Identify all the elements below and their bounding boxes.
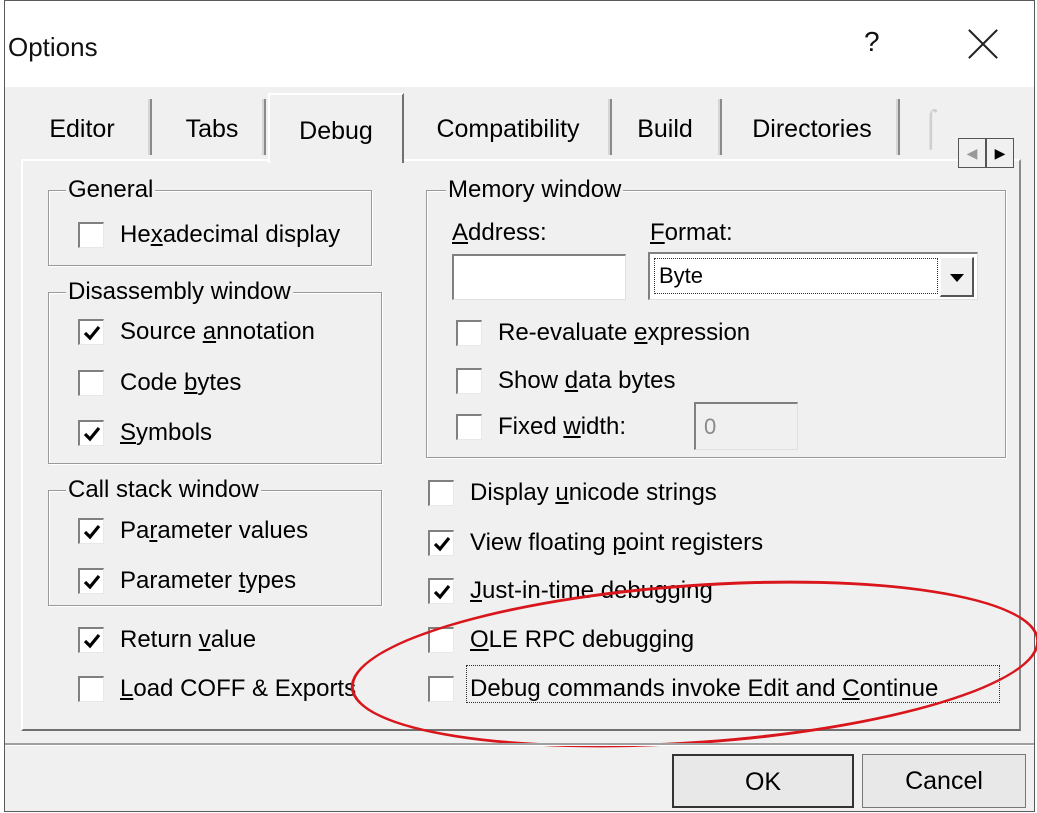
reevaluate-label: Re-evaluate expression bbox=[498, 319, 751, 346]
checkmark-icon bbox=[83, 325, 100, 340]
display-unicode-label: Display unicode strings bbox=[470, 479, 717, 506]
help-button[interactable]: ? bbox=[864, 26, 880, 58]
tab-compatibility[interactable]: Compatibility bbox=[416, 99, 600, 161]
disassembly-legend: Disassembly window bbox=[66, 278, 293, 306]
tab-directories[interactable]: Directories bbox=[730, 99, 894, 161]
show-data-bytes-label: Show data bytes bbox=[498, 367, 676, 394]
fixed-width-checkbox[interactable] bbox=[456, 414, 482, 440]
memory-legend: Memory window bbox=[446, 176, 624, 204]
symbols-checkbox[interactable] bbox=[78, 420, 104, 446]
tab-separator bbox=[148, 99, 152, 155]
tab-scroll-left-icon[interactable]: ◀ bbox=[958, 138, 986, 168]
general-legend: General bbox=[66, 176, 156, 204]
callstack-legend: Call stack window bbox=[66, 476, 261, 504]
format-selected-value: Byte bbox=[654, 258, 938, 294]
footer-separator bbox=[5, 743, 1034, 746]
address-input[interactable] bbox=[452, 254, 626, 300]
title-bar bbox=[5, 1, 1034, 87]
code-bytes-label: Code bytes bbox=[120, 369, 242, 396]
checkmark-icon bbox=[83, 426, 100, 441]
code-bytes-checkbox[interactable] bbox=[78, 370, 104, 396]
checkmark-icon bbox=[433, 536, 450, 551]
dialog-title: Options bbox=[8, 32, 98, 62]
parameter-types-label: Parameter types bbox=[120, 567, 297, 594]
source-annotation-label: Source annotation bbox=[120, 318, 315, 345]
tab-tabs[interactable]: Tabs bbox=[164, 99, 260, 161]
tab-separator bbox=[896, 99, 900, 155]
cancel-button[interactable]: Cancel bbox=[862, 754, 1026, 808]
checkmark-icon bbox=[83, 633, 100, 648]
fixed-width-input[interactable]: 0 bbox=[694, 402, 798, 450]
hexadecimal-label: Hexadecimal display bbox=[120, 221, 341, 248]
format-select[interactable]: Byte bbox=[648, 252, 978, 300]
tab-separator bbox=[262, 99, 266, 155]
fixed-width-value: 0 bbox=[704, 414, 717, 439]
chevron-down-icon[interactable] bbox=[940, 257, 974, 297]
hexadecimal-checkbox[interactable] bbox=[78, 222, 104, 248]
return-value-label: Return value bbox=[120, 626, 257, 653]
tab-separator bbox=[718, 99, 722, 155]
tab-overflow-fade: ⌠ bbox=[920, 106, 942, 147]
tab-scroll-right-icon[interactable]: ▶ bbox=[986, 138, 1014, 168]
fixed-width-label: Fixed width: bbox=[498, 413, 627, 440]
tab-separator bbox=[608, 99, 612, 155]
display-unicode-checkbox[interactable] bbox=[428, 480, 454, 506]
ok-button[interactable]: OK bbox=[672, 754, 854, 808]
view-floating-label: View floating point registers bbox=[470, 529, 764, 556]
checkmark-icon bbox=[83, 524, 100, 539]
source-annotation-checkbox[interactable] bbox=[78, 319, 104, 345]
load-coff-label: Load COFF & Exports bbox=[120, 675, 357, 702]
symbols-label: Symbols bbox=[120, 419, 213, 446]
address-label: Address: bbox=[452, 219, 547, 246]
tab-debug[interactable]: Debug bbox=[268, 93, 404, 163]
format-label: Format: bbox=[650, 219, 733, 246]
tab-build[interactable]: Build bbox=[622, 99, 708, 161]
parameter-values-checkbox[interactable] bbox=[78, 518, 104, 544]
checkmark-icon bbox=[433, 584, 450, 599]
checkmark-icon bbox=[83, 574, 100, 589]
parameter-values-label: Parameter values bbox=[120, 517, 309, 544]
tab-editor[interactable]: Editor bbox=[32, 99, 132, 161]
return-value-checkbox[interactable] bbox=[78, 627, 104, 653]
load-coff-checkbox[interactable] bbox=[78, 676, 104, 702]
parameter-types-checkbox[interactable] bbox=[78, 568, 104, 594]
show-data-bytes-checkbox[interactable] bbox=[456, 368, 482, 394]
just-in-time-checkbox[interactable] bbox=[428, 578, 454, 604]
view-floating-checkbox[interactable] bbox=[428, 530, 454, 556]
reevaluate-checkbox[interactable] bbox=[456, 320, 482, 346]
close-icon[interactable] bbox=[966, 28, 1000, 62]
